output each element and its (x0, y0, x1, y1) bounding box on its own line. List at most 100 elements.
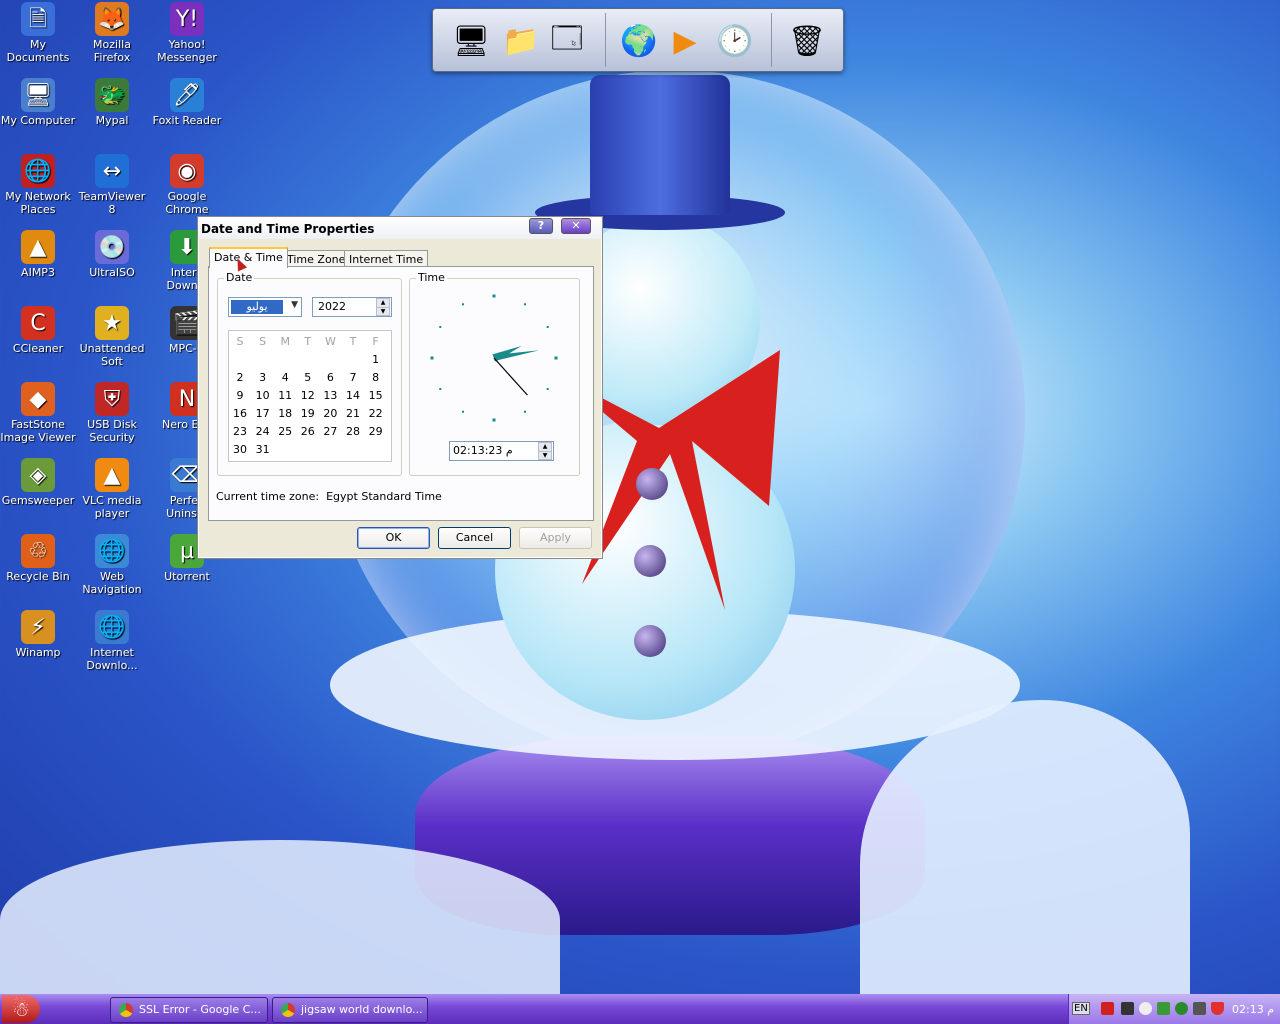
desktop-icon[interactable]: ◆ FastStone Image Viewer (0, 382, 76, 444)
taskbar-item-chrome-jigsaw[interactable]: jigsaw world downlo... (272, 997, 428, 1023)
media-player-icon[interactable]: ▶ (663, 19, 707, 63)
desktop-icon[interactable]: 🖥 My Computer (0, 78, 76, 127)
calendar-day[interactable]: 2 (229, 371, 251, 384)
time-spinner[interactable]: 02:13:23 م ▲ ▼ (449, 441, 554, 461)
monitor-tray-icon[interactable] (1193, 1002, 1206, 1015)
apply-button[interactable]: Apply (519, 527, 592, 549)
system-tray: EN 02:13 م (1068, 994, 1280, 1024)
desktop-icon[interactable]: ↔ TeamViewer 8 (74, 154, 150, 216)
calendar-day[interactable]: 11 (274, 389, 296, 402)
desktop-icon[interactable]: 🌐 My Network Places (0, 154, 76, 216)
tab-date-time[interactable]: Date & Time (209, 247, 288, 268)
year-spinner[interactable]: 2022 ▲ ▼ (312, 297, 392, 317)
app-icon: 🌐 (21, 154, 55, 188)
language-indicator[interactable]: EN (1072, 1002, 1090, 1015)
calendar-day[interactable]: 6 (319, 371, 341, 384)
documents-icon[interactable]: 📁 (499, 19, 543, 63)
calendar-day[interactable]: 24 (252, 425, 274, 438)
desktop-icon[interactable]: 🖊 Foxit Reader (149, 78, 225, 127)
calendar-day[interactable]: 26 (297, 425, 319, 438)
clock-icon[interactable]: 🕑 (713, 19, 757, 63)
desktop-icon[interactable]: 💿 UltraISO (74, 230, 150, 279)
calendar-day[interactable]: 9 (229, 389, 251, 402)
calendar-day[interactable]: 10 (252, 389, 274, 402)
app-icon: ◆ (21, 382, 55, 416)
time-group-label: Time (416, 271, 447, 284)
tray-clock[interactable]: 02:13 م (1232, 1003, 1274, 1016)
calendar-day[interactable]: 29 (365, 425, 387, 438)
desktop-icon[interactable]: ▲ VLC media player (74, 458, 150, 520)
calendar-day[interactable]: 4 (274, 371, 296, 384)
antivirus-tray-icon[interactable] (1101, 1002, 1114, 1015)
spin-down-icon[interactable]: ▼ (538, 451, 552, 460)
calendar-day[interactable]: 20 (319, 407, 341, 420)
desktop-icon[interactable]: 🦊 Mozilla Firefox (74, 2, 150, 64)
desktop-icon[interactable]: ★ Unattended Soft (74, 306, 150, 368)
desktop-icon[interactable]: 🌐 Internet Downlo... (74, 610, 150, 672)
close-button[interactable]: ✕ (561, 218, 591, 234)
cancel-button[interactable]: Cancel (438, 527, 511, 549)
calendar-day[interactable]: 3 (252, 371, 274, 384)
calendar-day[interactable]: 13 (319, 389, 341, 402)
month-value: يوليو (231, 300, 283, 314)
desktop-icon-label: FastStone Image Viewer (0, 418, 76, 444)
globe-icon[interactable]: 🌍 (617, 19, 661, 63)
torrent-tray-icon[interactable] (1175, 1002, 1188, 1015)
calendar-day[interactable]: 27 (319, 425, 341, 438)
volume-tray-icon[interactable] (1139, 1002, 1152, 1015)
app-icon: 💿 (95, 230, 129, 264)
calendar-day[interactable]: 16 (229, 407, 251, 420)
desktop-icon[interactable]: C CCleaner (0, 306, 76, 355)
desktop-icon[interactable]: 🗎 My Documents (0, 2, 76, 64)
calendar-day[interactable]: 15 (365, 389, 387, 402)
desktop-icon[interactable]: ⛨ USB Disk Security (74, 382, 150, 444)
chevron-down-icon[interactable]: ▼ (291, 300, 298, 310)
task-label: jigsaw world downlo... (301, 1003, 423, 1016)
calendar-day[interactable]: 1 (365, 353, 387, 366)
taskbar-item-chrome-ssl-error[interactable]: SSL Error - Google C... (110, 997, 268, 1023)
desktop-icon[interactable]: ◉ Google Chrome (149, 154, 225, 216)
network-tray-icon[interactable] (1121, 1002, 1134, 1015)
calendar-day[interactable]: 12 (297, 389, 319, 402)
weekday-header: W (324, 335, 336, 348)
app-icon: 🖊 (170, 78, 204, 112)
desktop-icon-label: Unattended Soft (79, 342, 145, 368)
calendar-day[interactable]: 31 (252, 443, 274, 456)
calendar-day[interactable]: 28 (342, 425, 364, 438)
calendar-day[interactable]: 30 (229, 443, 251, 456)
help-button[interactable]: ? (529, 218, 553, 234)
clock-tick (546, 388, 549, 390)
date-group-label: Date (224, 271, 255, 284)
calendar-day[interactable]: 8 (365, 371, 387, 384)
calendar-day[interactable]: 25 (274, 425, 296, 438)
desktop-icon[interactable]: 🌐 Web Navigation (74, 534, 150, 596)
weekday-header: T (349, 335, 357, 348)
calendar-day[interactable]: 23 (229, 425, 251, 438)
calendar-day[interactable]: 17 (252, 407, 274, 420)
calendar-day[interactable]: 21 (342, 407, 364, 420)
calendar-day[interactable]: 14 (342, 389, 364, 402)
calendar-day[interactable]: 18 (274, 407, 296, 420)
desktop-icon[interactable]: ▲ AIMP3 (0, 230, 76, 279)
ok-button[interactable]: OK (357, 527, 430, 549)
update-tray-icon[interactable] (1157, 1002, 1170, 1015)
calendar-day[interactable]: 19 (297, 407, 319, 420)
desktop-icon-label: Google Chrome (165, 190, 209, 216)
desktop-icon[interactable]: 🐲 Mypal (74, 78, 150, 127)
desktop-icon[interactable]: Y! Yahoo! Messenger (149, 2, 225, 64)
calendar-day[interactable]: 7 (342, 371, 364, 384)
weekday-header: M (280, 335, 290, 348)
computer-icon[interactable]: 🖥 (449, 19, 493, 63)
calendar-day[interactable]: 5 (297, 371, 319, 384)
month-select[interactable]: يوليو ▼ (228, 297, 302, 317)
start-button[interactable]: ☃ (2, 995, 40, 1023)
shield-tray-icon[interactable] (1211, 1002, 1224, 1015)
control-panel-icon[interactable]: 🗔 (545, 19, 589, 63)
desktop-icon[interactable]: ◈ Gemsweeper (0, 458, 76, 507)
app-icon: 🦊 (95, 2, 129, 36)
desktop-icon[interactable]: ♲ Recycle Bin (0, 534, 76, 583)
calendar-day[interactable]: 22 (365, 407, 387, 420)
desktop-icon[interactable]: ⚡ Winamp (0, 610, 76, 659)
spin-down-icon[interactable]: ▼ (376, 307, 390, 316)
trash-icon[interactable]: 🗑 (785, 19, 829, 63)
